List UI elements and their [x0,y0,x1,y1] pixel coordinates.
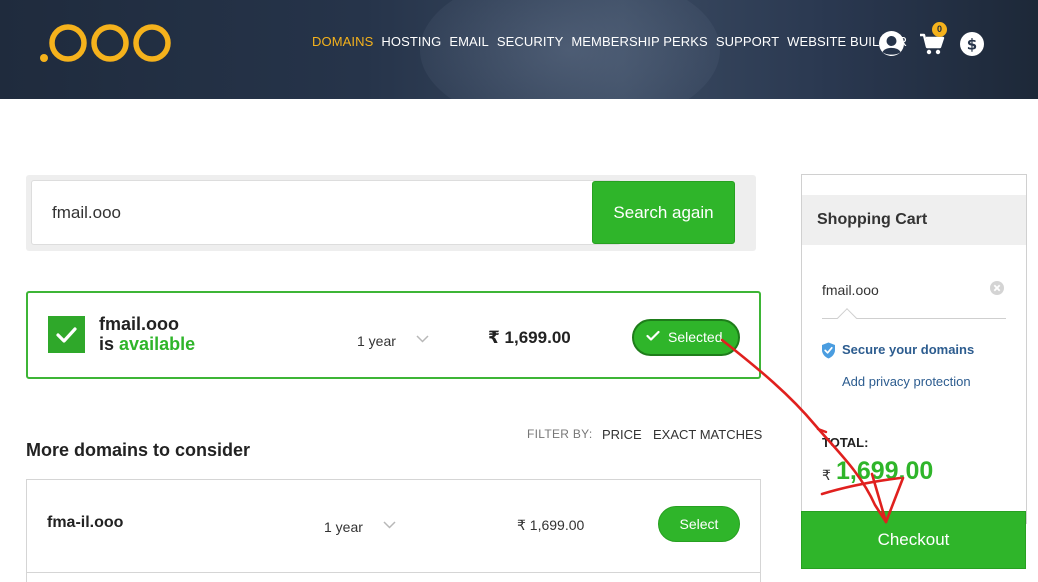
currency-icon[interactable]: $ [960,32,984,56]
filter-label: FILTER BY: [527,427,593,441]
alt-domain-list: fma-il.ooo 1 year ₹ 1,699.00 Select [26,479,761,582]
select-button[interactable]: Select [658,506,740,542]
nav-hosting[interactable]: HOSTING [381,34,441,49]
total-amount: 1,699.00 [836,457,934,485]
main-nav: DOMAINS HOSTING EMAIL SECURITY MEMBERSHI… [312,34,907,49]
selected-button-label: Selected [668,329,723,345]
alt-domain-name: fma-il.ooo [47,514,124,531]
chevron-down-icon[interactable] [416,335,429,343]
term-select[interactable]: 1 year [324,519,363,535]
add-privacy-link[interactable]: Add privacy protection [842,374,971,389]
result-domain-name: fmail.ooo [99,314,179,334]
alt-domain-price: ₹ 1,699.00 [517,517,585,533]
cart-title: Shopping Cart [802,195,1026,245]
availability-status: is available [99,334,195,355]
more-domains-title: More domains to consider [26,440,251,460]
nav-support[interactable]: SUPPORT [716,34,779,49]
remove-icon[interactable] [990,281,1004,295]
checkbox-checked[interactable] [48,316,85,353]
domain-result-card: fmail.ooo is available 1 year ₹ 1,699.00… [26,291,761,379]
cart-divider-notch [837,308,857,328]
total-label: TOTAL: [822,435,869,450]
nav-membership-perks[interactable]: MEMBERSHIP PERKS [571,34,707,49]
ooo-logo [40,24,171,62]
site-header: DOMAINS HOSTING EMAIL SECURITY MEMBERSHI… [0,0,1038,99]
user-icon[interactable] [879,31,904,56]
checkout-button[interactable]: Checkout [801,511,1026,569]
page: DOMAINS HOSTING EMAIL SECURITY MEMBERSHI… [0,0,1038,582]
is-text: is [99,334,115,354]
chevron-down-icon[interactable] [383,521,396,529]
header-background [420,0,720,99]
selected-button[interactable]: Selected [632,319,740,356]
cart-item-domain: fmail.ooo [822,282,879,298]
svg-text:$: $ [967,36,977,54]
check-icon [56,327,77,343]
filter-exact-matches[interactable]: EXACT MATCHES [653,427,762,442]
row-divider [27,572,760,573]
search-bar: fmail.ooo Search again [26,175,756,251]
shield-icon [822,342,835,359]
filter-price[interactable]: PRICE [602,427,642,442]
result-price: ₹ 1,699.00 [488,328,571,347]
nav-email[interactable]: EMAIL [449,34,489,49]
check-icon [646,330,660,341]
term-select[interactable]: 1 year [357,333,396,349]
nav-security[interactable]: SECURITY [497,34,564,49]
cart-count-badge: 0 [932,22,947,37]
available-text: available [119,334,196,354]
domain-search-input[interactable]: fmail.ooo [31,180,621,245]
search-again-button[interactable]: Search again [592,181,735,244]
shopping-cart-panel: Shopping Cart fmail.ooo Secure your doma… [801,174,1027,524]
secure-domains-label: Secure your domains [842,342,975,357]
total-currency: ₹ [822,467,831,483]
nav-domains[interactable]: DOMAINS [312,34,373,49]
